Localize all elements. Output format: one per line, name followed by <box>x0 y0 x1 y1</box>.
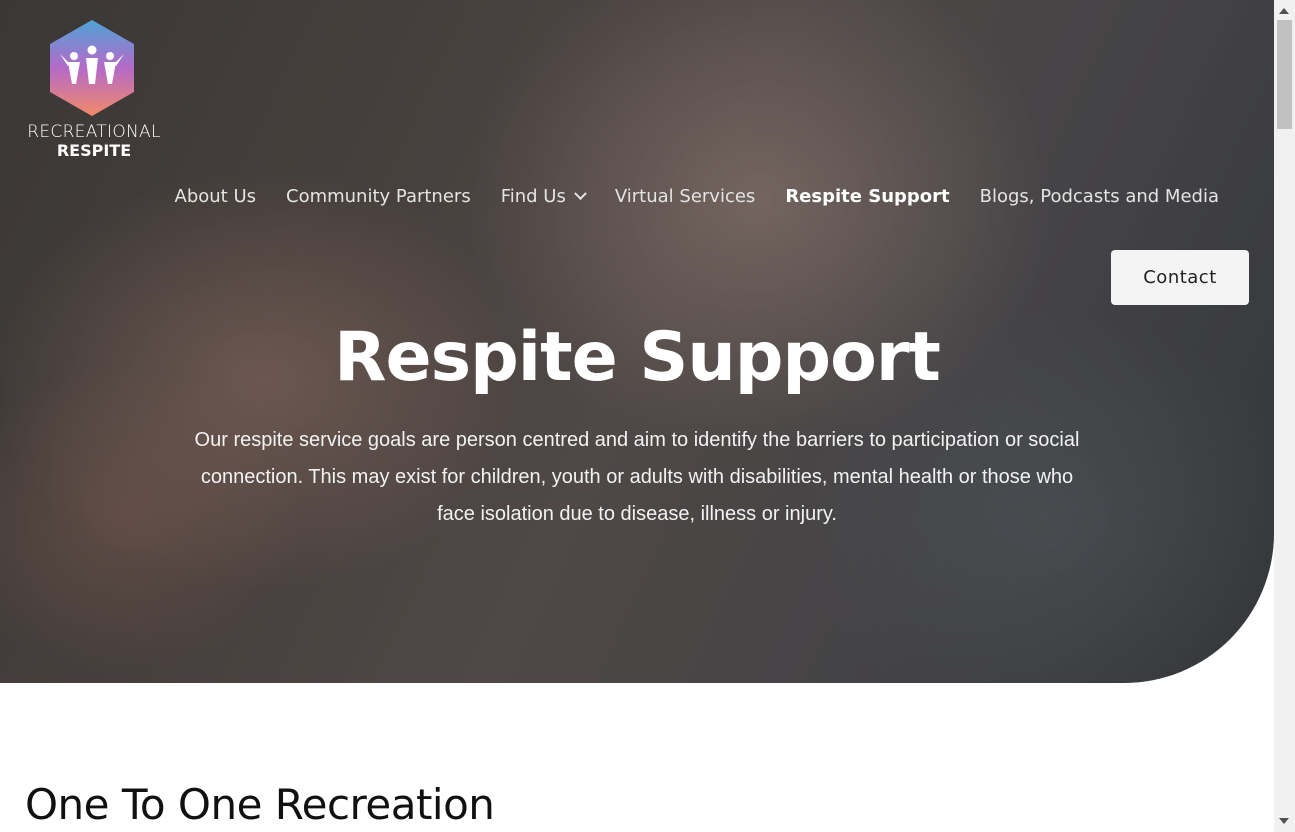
main-navigation: About Us Community Partners Find Us Virt… <box>160 186 1235 207</box>
page-title: Respite Support <box>334 318 941 397</box>
nav-item-find-us[interactable]: Find Us <box>486 186 600 207</box>
logo-hexagon-icon <box>50 20 134 116</box>
section-title: One To One Recreation <box>25 780 495 829</box>
chevron-down-icon <box>573 187 587 201</box>
nav-item-community-partners[interactable]: Community Partners <box>271 186 486 207</box>
scrollbar-thumb[interactable] <box>1277 20 1292 129</box>
vertical-scrollbar[interactable] <box>1274 0 1295 832</box>
contact-button[interactable]: Contact <box>1111 250 1249 305</box>
nav-item-respite-support[interactable]: Respite Support <box>770 186 964 207</box>
nav-item-about-us[interactable]: About Us <box>160 186 272 207</box>
logo-text-top: RECREATIONAL <box>27 122 161 142</box>
logo-text-bottom: RESPITE <box>56 141 132 160</box>
nav-item-virtual-services[interactable]: Virtual Services <box>600 186 770 207</box>
nav-item-blogs-podcasts-media[interactable]: Blogs, Podcasts and Media <box>965 186 1234 207</box>
hero-description: Our respite service goals are person cen… <box>194 429 1080 525</box>
scroll-up-arrow-icon[interactable] <box>1279 8 1289 14</box>
nav-item-find-us-label: Find Us <box>500 186 566 207</box>
hero-banner: RECREATIONAL RESPITE About Us Community … <box>0 0 1274 683</box>
scroll-down-arrow-icon[interactable] <box>1279 818 1289 824</box>
site-logo[interactable]: RECREATIONAL RESPITE <box>24 18 164 160</box>
